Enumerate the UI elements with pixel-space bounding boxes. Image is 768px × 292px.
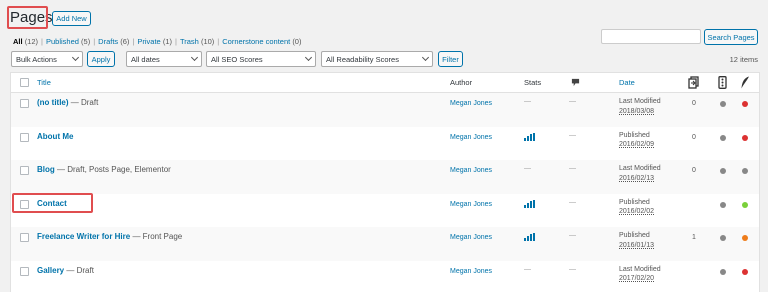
table-row: Blog — Draft, Posts Page, Elementor Mega…: [11, 160, 759, 194]
filter-cornerstone[interactable]: Cornerstone content (0): [222, 37, 301, 46]
column-stats: Stats: [524, 78, 542, 87]
seo-score-dot: [720, 168, 726, 174]
table-row: Gallery — Draft Megan Jones — — Last Mod…: [11, 261, 759, 292]
row-author[interactable]: Megan Jones: [450, 268, 492, 275]
seo-score-dot: [720, 235, 726, 241]
readability-score-dot: [742, 235, 748, 241]
row-stats-empty: —: [524, 265, 531, 273]
row-title[interactable]: Gallery — Draft: [37, 266, 94, 275]
row-comments: —: [569, 131, 576, 139]
row-link-count: 0: [692, 100, 696, 107]
row-author[interactable]: Megan Jones: [450, 234, 492, 241]
row-date: Published 2016/02/02: [619, 198, 655, 216]
chevron-down-icon: [304, 53, 313, 62]
filter-trash[interactable]: Trash (10): [180, 37, 214, 46]
row-stats-empty: —: [524, 165, 531, 172]
row-checkbox[interactable]: [20, 99, 29, 108]
seo-score-dot: [720, 201, 726, 208]
row-title[interactable]: About Me: [37, 132, 73, 141]
seo-score-icon: [718, 76, 727, 89]
row-author[interactable]: Megan Jones: [450, 201, 492, 208]
search-pages-button[interactable]: Search Pages: [704, 29, 758, 45]
stats-chart-icon[interactable]: [524, 132, 536, 141]
readability-score-dot: [742, 268, 748, 275]
seo-score-dot: [720, 268, 726, 275]
row-title[interactable]: (no title) — Draft: [37, 98, 98, 107]
column-date[interactable]: Date: [619, 78, 635, 87]
row-checkbox[interactable]: [20, 166, 29, 175]
row-comments: —: [569, 265, 576, 273]
row-date: Last Modified 2016/02/13: [619, 165, 661, 182]
select-all-checkbox[interactable]: [20, 78, 29, 87]
row-date: Last Modified 2018/03/08: [619, 98, 661, 115]
filter-private[interactable]: Private (1): [137, 37, 172, 46]
filter-button[interactable]: Filter: [438, 51, 463, 67]
row-title[interactable]: Blog — Draft, Posts Page, Elementor: [37, 165, 171, 174]
row-author[interactable]: Megan Jones: [450, 134, 492, 141]
status-filter-links: All (12) | Published (5) | Drafts (6) | Privat…: [13, 37, 302, 46]
row-title[interactable]: Freelance Writer for Hire — Front Page: [37, 232, 182, 241]
table-row: Contact Megan Jones — Published 2016/02/0…: [11, 194, 759, 228]
table-header: Title Author Stats Date: [11, 73, 759, 93]
readability-scores-select[interactable]: All Readability Scores: [321, 51, 433, 67]
comment-icon: [571, 78, 580, 87]
filter-all[interactable]: All (12): [13, 37, 38, 46]
seo-score-dot: [720, 134, 726, 141]
readability-score-dot: [742, 134, 748, 141]
chevron-down-icon: [71, 53, 80, 62]
add-new-button[interactable]: Add New: [52, 11, 91, 26]
contact-highlight-box: [12, 193, 93, 213]
row-comments: —: [569, 98, 576, 105]
readability-score-dot: [742, 101, 748, 107]
row-author[interactable]: Megan Jones: [450, 167, 492, 174]
stats-chart-icon[interactable]: [524, 233, 536, 241]
filter-drafts[interactable]: Drafts (6): [98, 37, 129, 46]
stats-chart-icon[interactable]: [524, 199, 536, 208]
chevron-down-icon: [190, 53, 199, 62]
dates-select[interactable]: All dates: [126, 51, 202, 67]
row-comments: —: [569, 165, 576, 172]
row-checkbox[interactable]: [20, 266, 29, 276]
column-title[interactable]: Title: [37, 78, 51, 87]
items-count: 12 items: [729, 55, 758, 64]
row-stats-empty: —: [524, 98, 531, 105]
row-comments: —: [569, 198, 576, 206]
filter-published[interactable]: Published (5): [46, 37, 90, 46]
readability-score-dot: [742, 201, 748, 208]
search-input[interactable]: [601, 29, 701, 44]
row-date: Last Modified 2017/02/20: [619, 265, 661, 283]
row-comments: —: [569, 232, 576, 239]
row-link-count: 1: [692, 234, 696, 241]
table-row: About Me Megan Jones — Published 2016/02/…: [11, 127, 759, 161]
row-date: Published 2016/02/09: [619, 131, 655, 149]
readability-quill-icon: [741, 76, 749, 89]
title-highlight-box: [7, 6, 48, 29]
table-row: Freelance Writer for Hire — Front Page M…: [11, 227, 759, 261]
row-date: Published 2016/01/13: [619, 232, 655, 249]
apply-button[interactable]: Apply: [87, 51, 115, 67]
readability-score-dot: [742, 168, 748, 174]
row-checkbox[interactable]: [20, 132, 29, 142]
row-checkbox[interactable]: [20, 233, 29, 242]
chevron-down-icon: [421, 53, 430, 62]
bulk-actions-select[interactable]: Bulk Actions: [11, 51, 83, 67]
row-author[interactable]: Megan Jones: [450, 100, 492, 107]
seo-score-dot: [720, 101, 726, 107]
column-author: Author: [450, 78, 473, 87]
row-link-count: 0: [692, 167, 696, 174]
pages-table: Title Author Stats Date (no title) — Dra…: [10, 72, 760, 292]
table-row: (no title) — Draft Megan Jones — — Last …: [11, 93, 759, 127]
seo-scores-select[interactable]: All SEO Scores: [206, 51, 316, 67]
row-link-count: 0: [692, 133, 696, 141]
internal-links-icon: [688, 76, 699, 89]
